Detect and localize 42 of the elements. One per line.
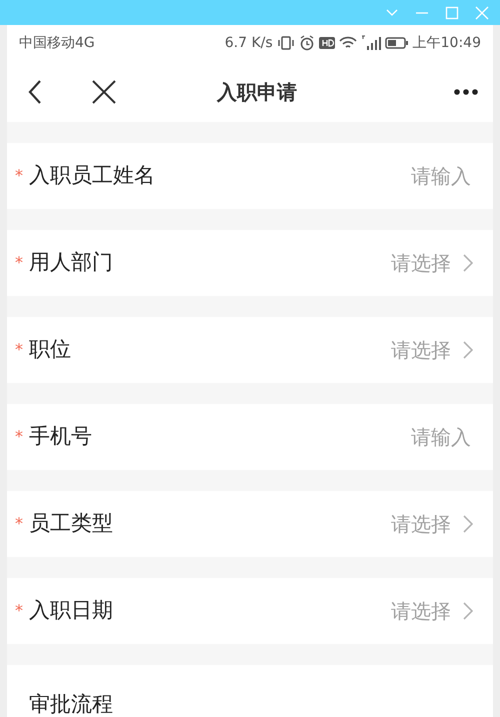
alarm-icon [298,35,315,51]
required-mark: * [15,601,23,620]
maximize-icon [444,4,460,20]
select-field[interactable]: 请选择 [351,509,451,539]
carrier-name: 中国移动4G [19,34,95,52]
field-label: 员工类型 [29,510,113,538]
back-icon [27,78,43,104]
more-button[interactable] [453,88,479,96]
close-icon [474,4,490,20]
select-field[interactable]: 请选择 [351,596,451,626]
battery-icon [384,36,409,50]
maximize-button[interactable] [444,4,460,20]
required-mark: * [15,166,23,185]
chevron-icon [463,515,473,533]
field-label: 入职日期 [29,597,113,624]
network-speed: 6.7 K/s [224,34,273,52]
required-mark: * [15,253,23,272]
select-field[interactable]: 请选择 [351,248,451,278]
required-mark: * [15,514,23,533]
input-field[interactable]: 请输入 [361,422,471,452]
chevron-icon [463,341,473,359]
chevron-icon [463,602,473,620]
close-icon [91,78,117,104]
signal-icon [360,35,381,51]
chevron-icon [463,254,473,272]
close-button[interactable] [91,78,117,104]
vibrate-icon [276,35,295,51]
clock-time: 上午10:49 [412,34,481,52]
select-field[interactable]: 请选择 [351,335,451,365]
hd-icon [318,36,335,50]
required-mark: * [15,340,23,359]
field-label: 用人部门 [29,249,113,276]
section-title: 审批流程 [29,691,113,717]
more-icon [453,88,479,96]
field-label: 入职员工姓名 [29,162,155,190]
page-title: 入职申请 [217,80,297,104]
back-button[interactable] [27,78,43,104]
input-field[interactable]: 请输入 [361,161,471,191]
minimize-icon [416,12,428,14]
field-label: 职位 [29,336,71,364]
field-label: 手机号 [29,423,92,450]
required-mark: * [15,427,23,446]
